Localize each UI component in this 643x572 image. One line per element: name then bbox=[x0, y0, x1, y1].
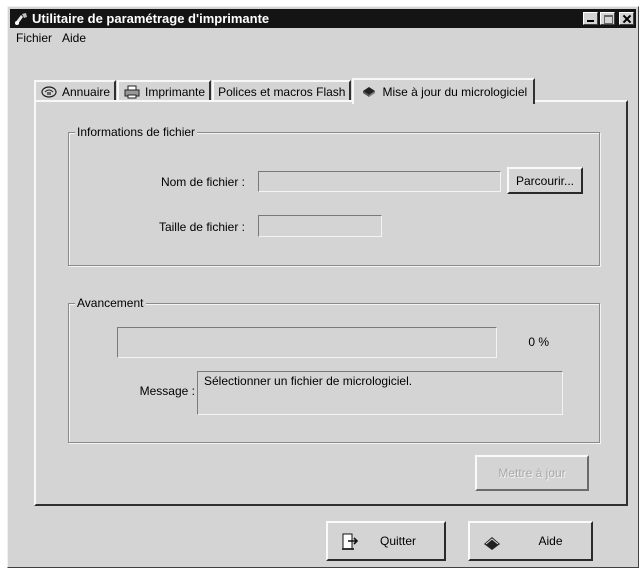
menu-aide[interactable]: Aide bbox=[57, 30, 91, 48]
title-bar[interactable]: Utilitaire de paramétrage d'imprimante bbox=[10, 9, 636, 28]
filename-field[interactable] bbox=[258, 171, 501, 192]
filesize-field[interactable] bbox=[258, 215, 382, 237]
close-button[interactable] bbox=[619, 12, 634, 25]
tab-imprimante[interactable]: Imprimante bbox=[117, 80, 212, 102]
minimize-button[interactable] bbox=[583, 12, 598, 25]
address-book-icon bbox=[41, 86, 57, 98]
quit-label: Quitter bbox=[379, 534, 416, 548]
printer-setup-icon bbox=[15, 12, 27, 25]
message-field: Sélectionner un fichier de micrologiciel… bbox=[197, 371, 563, 415]
exit-icon bbox=[342, 533, 359, 550]
group-label: Avancement bbox=[75, 296, 146, 310]
filesize-label: Taille de fichier : bbox=[158, 220, 245, 234]
tab-strip: Annuaire Imprimante Polices et macros Fl… bbox=[34, 76, 536, 104]
file-info-group: Informations de fichier Nom de fichier :… bbox=[68, 125, 600, 266]
menu-bar: Fichier Aide bbox=[11, 30, 91, 48]
tab-polices-macros[interactable]: Polices et macros Flash bbox=[212, 80, 352, 102]
message-label: Message : bbox=[139, 384, 195, 398]
group-label: Informations de fichier bbox=[75, 125, 198, 139]
filename-label: Nom de fichier : bbox=[160, 175, 245, 189]
tab-panel-firmware: Informations de fichier Nom de fichier :… bbox=[34, 100, 628, 506]
progress-bar bbox=[117, 327, 497, 358]
menu-fichier[interactable]: Fichier bbox=[11, 30, 57, 48]
app-window: Utilitaire de paramétrage d'imprimante F… bbox=[7, 6, 639, 568]
window-title: Utilitaire de paramétrage d'imprimante bbox=[32, 11, 270, 26]
help-button[interactable]: Aide bbox=[468, 521, 593, 561]
progress-percent: 0 % bbox=[528, 335, 549, 349]
browse-button[interactable]: Parcourir... bbox=[507, 167, 583, 194]
browse-label: Parcourir... bbox=[515, 173, 575, 188]
tab-label: Imprimante bbox=[145, 85, 206, 99]
tab-label: Polices et macros Flash bbox=[218, 85, 346, 99]
progress-group: Avancement 0 % Message : Sélectionner un… bbox=[68, 296, 600, 443]
quit-button[interactable]: Quitter bbox=[326, 521, 446, 561]
book-icon bbox=[484, 537, 500, 550]
printer-icon bbox=[124, 85, 140, 99]
update-button[interactable]: Mettre à jour bbox=[475, 455, 589, 491]
tab-label: Mise à jour du micrologiciel bbox=[382, 85, 528, 99]
tab-mise-a-jour[interactable]: Mise à jour du micrologiciel bbox=[352, 78, 536, 104]
update-label: Mettre à jour bbox=[498, 466, 566, 480]
chip-icon bbox=[363, 87, 376, 97]
tab-annuaire[interactable]: Annuaire bbox=[34, 80, 117, 102]
maximize-button[interactable] bbox=[600, 12, 615, 25]
help-label: Aide bbox=[538, 534, 563, 548]
tab-label: Annuaire bbox=[62, 85, 111, 99]
